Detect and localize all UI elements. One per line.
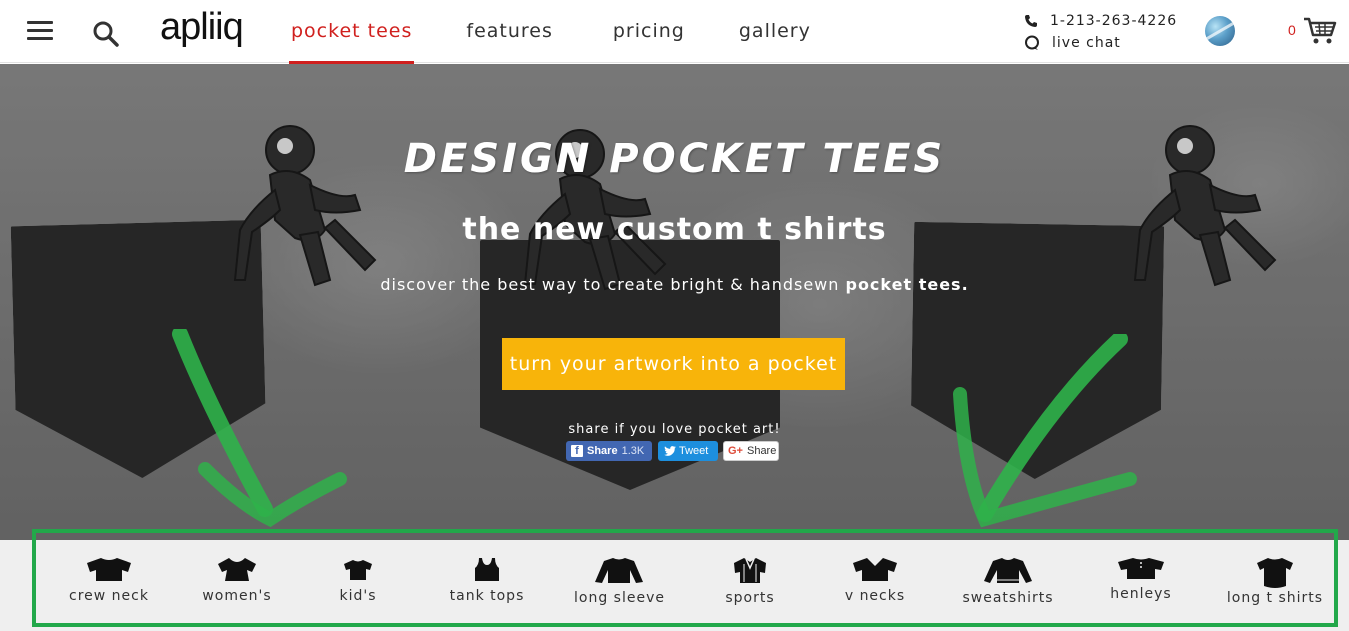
category-tank-tops[interactable]: tank tops — [446, 556, 528, 604]
category-label: long t shirts — [1226, 590, 1324, 606]
google-plus-icon: G+ — [728, 445, 743, 457]
phone-number[interactable]: 1-213-263-4226 — [1050, 13, 1177, 29]
category-label: women's — [202, 588, 272, 604]
category-long-t-shirts[interactable]: long t shirts — [1226, 556, 1324, 606]
category-label: sports — [725, 590, 775, 606]
category-long-sleeve[interactable]: long sleeve — [574, 556, 664, 606]
live-chat-row[interactable]: live chat — [1024, 32, 1177, 54]
hero-subtitle: the new custom t shirts — [462, 212, 887, 247]
v-neck-icon — [853, 558, 897, 581]
twitter-bird-icon — [664, 446, 676, 456]
hero-banner: design pocket tees the new custom t shir… — [0, 64, 1349, 540]
category-label: long sleeve — [574, 590, 665, 606]
henley-icon — [1118, 558, 1164, 579]
nav-pricing[interactable]: pricing — [611, 0, 687, 63]
category-henleys[interactable]: henleys — [1108, 556, 1174, 602]
site-header: apliiq pocket tees features pricing gall… — [0, 0, 1349, 64]
womens-tee-icon — [218, 558, 256, 581]
sports-jersey-icon — [734, 558, 766, 583]
category-womens[interactable]: women's — [198, 556, 276, 604]
category-label: henleys — [1110, 586, 1172, 602]
nav-features[interactable]: features — [464, 0, 555, 63]
facebook-share-count: 1.3K — [621, 445, 645, 457]
category-label: tank tops — [449, 588, 525, 604]
kids-tee-icon — [344, 560, 372, 580]
hero-title: design pocket tees — [403, 136, 946, 182]
facebook-share-label: Share — [587, 445, 618, 457]
phone-icon — [1025, 15, 1037, 27]
phone-row[interactable]: 1-213-263-4226 — [1024, 10, 1177, 32]
main-nav: pocket tees features pricing gallery — [289, 0, 861, 64]
cart-count-badge: 0 — [1288, 22, 1296, 38]
crew-neck-tee-icon — [87, 558, 131, 581]
google-plus-share-button[interactable]: G+ Share — [723, 441, 779, 461]
category-sports[interactable]: sports — [720, 556, 780, 606]
twitter-tweet-button[interactable]: Tweet — [658, 441, 718, 461]
search-icon[interactable] — [92, 20, 120, 48]
contact-block: 1-213-263-4226 live chat — [1024, 10, 1177, 54]
category-crew-neck[interactable]: crew neck — [66, 556, 152, 604]
facebook-icon: f — [571, 445, 583, 457]
sweatshirt-icon — [984, 558, 1032, 583]
long-sleeve-icon — [595, 558, 643, 583]
nav-pocket-tees[interactable]: pocket tees — [289, 0, 415, 64]
long-t-shirt-icon — [1257, 558, 1293, 588]
artwork-to-pocket-button[interactable]: turn your artwork into a pocket — [502, 338, 845, 390]
chat-bubble-icon — [1025, 35, 1039, 50]
nav-gallery[interactable]: gallery — [737, 0, 813, 63]
hero-description: discover the best way to create bright &… — [0, 275, 1349, 294]
twitter-tweet-label: Tweet — [679, 445, 709, 457]
category-v-necks[interactable]: v necks — [840, 556, 910, 604]
category-sweatshirts[interactable]: sweatshirts — [962, 556, 1054, 606]
category-label: crew neck — [69, 588, 149, 604]
tank-top-icon — [475, 558, 499, 581]
category-kids[interactable]: kid's — [330, 556, 386, 604]
category-label: kid's — [339, 588, 377, 604]
share-prompt: share if you love pocket art! — [568, 422, 781, 437]
shopping-cart-icon[interactable] — [1303, 16, 1337, 46]
hero-description-text: discover the best way to create bright &… — [380, 275, 846, 294]
live-chat-link[interactable]: live chat — [1052, 35, 1121, 51]
apliiq-logo[interactable]: apliiq — [160, 6, 244, 48]
google-share-label: Share — [746, 445, 777, 457]
facebook-share-button[interactable]: f Share 1.3K — [566, 441, 652, 461]
hero-description-bold: pocket tees. — [845, 275, 969, 294]
category-label: sweatshirts — [962, 590, 1054, 606]
category-label: v necks — [844, 588, 906, 604]
user-avatar[interactable] — [1205, 16, 1235, 46]
hamburger-menu-icon[interactable] — [27, 20, 53, 42]
